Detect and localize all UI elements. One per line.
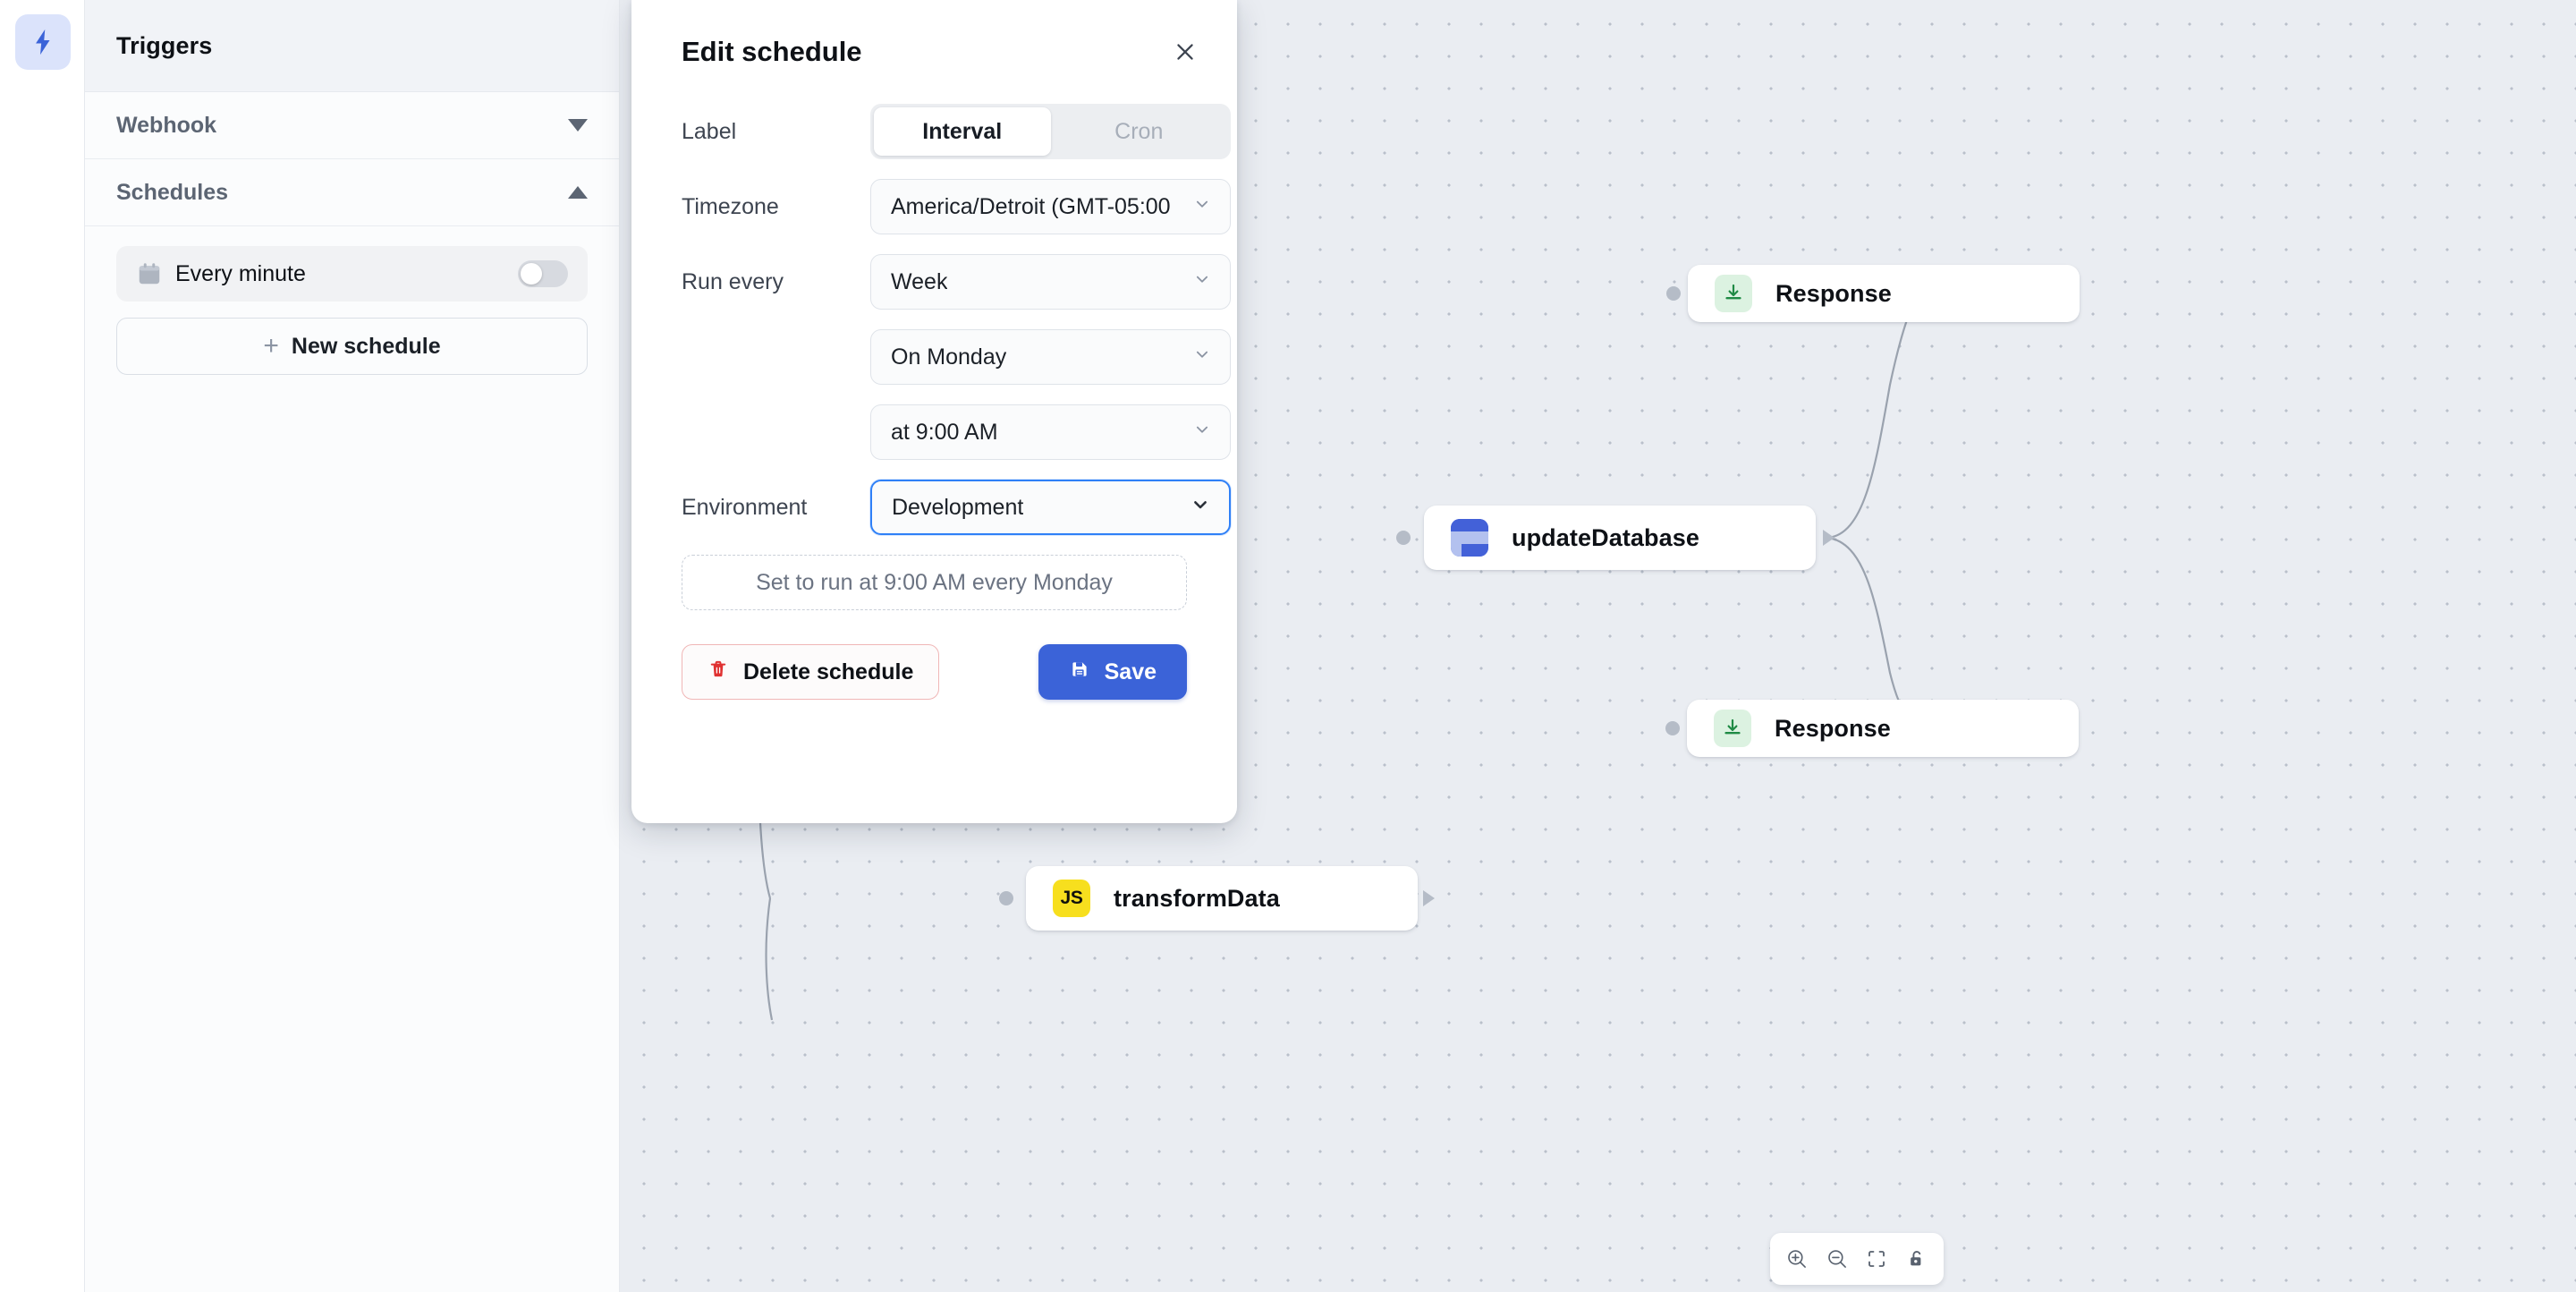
node-update-database[interactable]: updateDatabase bbox=[1424, 506, 1816, 570]
node-label: updateDatabase bbox=[1512, 523, 1699, 551]
calendar-icon bbox=[136, 260, 163, 287]
form-row-label: Label Interval Cron bbox=[660, 104, 1231, 159]
schedule-type-tabs: Interval Cron bbox=[870, 104, 1231, 159]
form-row-time: at 9:00 AM bbox=[660, 404, 1231, 460]
save-label: Save bbox=[1104, 659, 1157, 684]
schedule-name: Every minute bbox=[175, 260, 306, 286]
toggle-knob bbox=[521, 263, 542, 285]
triggers-panel: Triggers Webhook Schedules Every minute … bbox=[85, 0, 620, 1292]
save-button[interactable]: Save bbox=[1038, 644, 1187, 700]
schedule-enabled-toggle[interactable] bbox=[518, 260, 568, 287]
plus-icon: + bbox=[263, 331, 279, 361]
node-input-port[interactable] bbox=[999, 891, 1013, 905]
field-label-environment: Environment bbox=[682, 494, 808, 520]
chevron-down-icon bbox=[1190, 494, 1211, 522]
unlock-icon[interactable] bbox=[1902, 1244, 1932, 1274]
chevron-down-icon bbox=[1192, 420, 1212, 446]
node-input-port[interactable] bbox=[1396, 531, 1411, 545]
node-response-bottom[interactable]: Response bbox=[1687, 700, 2079, 757]
chevron-down-icon bbox=[1192, 344, 1212, 370]
delete-schedule-label: Delete schedule bbox=[743, 659, 914, 684]
node-label: Response bbox=[1775, 714, 1891, 742]
tab-cron[interactable]: Cron bbox=[1051, 107, 1228, 156]
new-schedule-button[interactable]: + New schedule bbox=[116, 318, 588, 375]
schedule-summary-hint: Set to run at 9:00 AM every Monday bbox=[682, 555, 1187, 610]
day-select[interactable]: On Monday bbox=[870, 329, 1231, 385]
time-value: at 9:00 AM bbox=[891, 419, 998, 445]
canvas-toolbar bbox=[1770, 1233, 1944, 1285]
chevron-down-icon bbox=[1192, 269, 1212, 295]
form-row-environment: Environment Development bbox=[660, 480, 1231, 535]
save-disk-icon bbox=[1069, 659, 1090, 686]
form-row-run-every: Run every Week bbox=[660, 254, 1231, 310]
node-transform-data[interactable]: JS transformData bbox=[1026, 866, 1418, 931]
day-value: On Monday bbox=[891, 344, 1007, 370]
modal-title: Edit schedule bbox=[682, 36, 862, 67]
chevron-down-icon bbox=[1192, 194, 1212, 220]
tab-interval[interactable]: Interval bbox=[874, 107, 1051, 156]
response-download-icon bbox=[1714, 710, 1751, 747]
section-label-schedules: Schedules bbox=[116, 179, 229, 205]
timezone-select[interactable]: America/Detroit (GMT-05:00 bbox=[870, 179, 1231, 234]
new-schedule-label: New schedule bbox=[291, 333, 441, 359]
zoom-in-icon[interactable] bbox=[1782, 1244, 1812, 1274]
page-title: Triggers bbox=[116, 31, 213, 59]
environment-select[interactable]: Development bbox=[870, 480, 1231, 535]
node-label: transformData bbox=[1114, 884, 1280, 912]
trash-icon bbox=[708, 659, 729, 686]
triangle-up-icon bbox=[568, 186, 588, 199]
database-icon bbox=[1451, 519, 1488, 557]
node-response-top[interactable]: Response bbox=[1688, 265, 2080, 322]
environment-value: Development bbox=[892, 494, 1024, 520]
response-download-icon bbox=[1715, 275, 1752, 312]
form-row-timezone: Timezone America/Detroit (GMT-05:00 bbox=[660, 179, 1231, 234]
field-label-run-every: Run every bbox=[682, 268, 784, 294]
zoom-out-icon[interactable] bbox=[1822, 1244, 1852, 1274]
fit-view-icon[interactable] bbox=[1861, 1244, 1892, 1274]
time-select[interactable]: at 9:00 AM bbox=[870, 404, 1231, 460]
timezone-value: America/Detroit (GMT-05:00 bbox=[891, 193, 1171, 219]
form-row-day: On Monday bbox=[660, 329, 1231, 385]
section-label-webhook: Webhook bbox=[116, 112, 217, 138]
node-input-port[interactable] bbox=[1665, 721, 1680, 735]
sidebar-section-webhook[interactable]: Webhook bbox=[85, 92, 619, 159]
field-label-label: Label bbox=[682, 118, 737, 144]
js-icon: JS bbox=[1053, 880, 1090, 917]
node-input-port[interactable] bbox=[1666, 286, 1681, 301]
edit-schedule-modal: Edit schedule Label Interval Cron Timezo… bbox=[631, 0, 1237, 823]
schedules-list: Every minute + New schedule bbox=[85, 226, 619, 375]
list-item[interactable]: Every minute bbox=[116, 246, 588, 302]
lightning-bolt-icon[interactable] bbox=[15, 14, 71, 70]
node-output-port[interactable] bbox=[1823, 530, 1835, 546]
modal-header: Edit schedule bbox=[660, 0, 1208, 104]
run-every-value: Week bbox=[891, 268, 948, 294]
node-label: Response bbox=[1775, 279, 1892, 307]
field-label-timezone: Timezone bbox=[682, 193, 779, 219]
panel-header: Triggers bbox=[85, 0, 619, 92]
sidebar-section-schedules[interactable]: Schedules bbox=[85, 159, 619, 226]
modal-actions: Delete schedule Save bbox=[682, 644, 1187, 700]
node-output-port[interactable] bbox=[1423, 890, 1435, 906]
close-icon[interactable] bbox=[1165, 32, 1205, 72]
delete-schedule-button[interactable]: Delete schedule bbox=[682, 644, 940, 700]
left-icon-rail bbox=[0, 0, 85, 1292]
run-every-select[interactable]: Week bbox=[870, 254, 1231, 310]
triangle-down-icon bbox=[568, 119, 588, 132]
app-root: Triggers Webhook Schedules Every minute … bbox=[0, 0, 2576, 1292]
